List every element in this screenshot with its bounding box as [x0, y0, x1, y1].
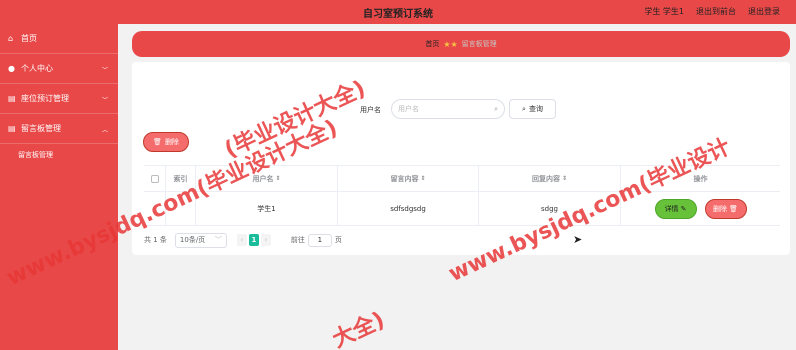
mouse-cursor-icon: ➤ — [573, 233, 583, 246]
column-header-reply[interactable]: 回复内容 ⇕ — [479, 166, 621, 191]
sidebar-item-label: 座位预订管理 — [21, 94, 69, 103]
sort-icon[interactable]: ⇕ — [562, 175, 567, 182]
sidebar: ⌂ 首页 ● 个人中心 ﹀ ▤ 座位预订管理 ﹀ ▤ 留言板管理 ︿ 留言板管理 — [0, 24, 118, 350]
sort-icon[interactable]: ⇕ — [420, 175, 425, 182]
top-bar: 自习室预订系统 学生 学生1 退出到前台 退出登录 — [0, 0, 796, 24]
row-index-cell — [166, 192, 196, 225]
sidebar-item-profile[interactable]: ● 个人中心 ﹀ — [0, 54, 118, 84]
column-header-message[interactable]: 留言内容 ⇕ — [338, 166, 479, 191]
row-message-cell: sdfsdgsdg — [338, 192, 479, 225]
main-content: 首页 ★★ 留言板管理 用户名 用户名 ⌕ ⌕ 查询 🗑 删除 索引 用户名 ⇕… — [118, 24, 796, 350]
chevron-up-icon: ︿ — [101, 127, 108, 134]
delete-button-label: 删除 — [164, 138, 179, 146]
list-icon: ▤ — [8, 124, 16, 133]
logout-link[interactable]: 退出登录 — [748, 6, 780, 17]
column-header-label: 回复内容 — [531, 174, 560, 183]
sidebar-item-message-board[interactable]: ▤ 留言板管理 ︿ — [0, 114, 118, 144]
row-username: 学生1 — [257, 204, 276, 213]
chevron-down-icon: ﹀ — [214, 236, 222, 244]
pagination: 共 1 条 10条/页 ﹀ ‹ 1 › 前往 1 页 — [144, 232, 342, 248]
query-button-label: 查询 — [528, 105, 543, 113]
sidebar-item-label: 首页 — [21, 34, 37, 43]
edit-icon: ✎ — [680, 204, 687, 213]
goto-suffix: 页 — [334, 236, 342, 244]
trash-icon: 🗑 — [153, 138, 162, 146]
row-username-cell: 学生1 — [196, 192, 338, 225]
total-count: 共 1 条 — [144, 236, 167, 244]
row-select-cell — [144, 192, 166, 225]
list-icon: ▤ — [8, 94, 16, 103]
sort-icon[interactable]: ⇕ — [275, 175, 280, 182]
select-all-checkbox[interactable] — [150, 174, 159, 183]
row-reply-cell: sdgg — [479, 192, 621, 225]
sidebar-item-label: 个人中心 — [21, 64, 53, 73]
query-button[interactable]: ⌕ 查询 — [509, 99, 556, 119]
batch-delete-button[interactable]: 🗑 删除 — [143, 132, 189, 152]
prev-page-button[interactable]: ‹ — [236, 234, 247, 246]
page-size-value: 10条/页 — [179, 236, 206, 244]
table-row: 学生1 sdfsdgsdg sdgg 详情 ✎ 删除 🗑 — [144, 192, 780, 226]
breadcrumb: 首页 ★★ 留言板管理 — [132, 31, 790, 57]
search-icon: ⌕ — [494, 104, 498, 113]
goto-page-input[interactable]: 1 — [307, 233, 332, 247]
table-header-row: 索引 用户名 ⇕ 留言内容 ⇕ 回复内容 ⇕ 操作 — [144, 166, 780, 192]
row-actions-cell: 详情 ✎ 删除 🗑 — [621, 192, 780, 225]
column-header-label: 索引 — [173, 174, 188, 183]
column-header-username[interactable]: 用户名 ⇕ — [196, 166, 338, 191]
row-message: sdfsdgsdg — [390, 204, 426, 213]
content-card: 用户名 用户名 ⌕ ⌕ 查询 🗑 删除 索引 用户名 ⇕ 留言内容 ⇕ 回复内容… — [132, 62, 790, 255]
search-icon: ⌕ — [522, 104, 526, 113]
user-icon: ● — [8, 64, 15, 73]
breadcrumb-current: 留言板管理 — [461, 40, 497, 48]
chevron-down-icon: ﹀ — [101, 97, 108, 104]
detail-button-label: 详情 — [664, 204, 679, 213]
goto-label: 前往 — [290, 236, 305, 244]
home-icon: ⌂ — [8, 34, 14, 43]
trash-icon: 🗑 — [729, 204, 738, 213]
column-header-label: 用户名 — [252, 174, 274, 183]
row-delete-button[interactable]: 删除 🗑 — [704, 198, 747, 219]
goto-page: 前往 1 页 — [290, 233, 342, 247]
breadcrumb-home[interactable]: 首页 — [425, 39, 439, 49]
sidebar-item-seat-booking[interactable]: ▤ 座位预订管理 ﹀ — [0, 84, 118, 114]
column-header-actions: 操作 — [621, 166, 780, 191]
detail-button[interactable]: 详情 ✎ — [654, 198, 697, 219]
row-delete-label: 删除 — [713, 204, 728, 213]
column-header-label: 操作 — [693, 174, 708, 183]
sidebar-item-label: 留言板管理 — [21, 124, 61, 133]
search-placeholder: 用户名 — [398, 105, 419, 113]
user-label: 学生 学生1 — [644, 7, 684, 16]
select-all-cell — [144, 166, 166, 191]
search-label: 用户名 — [360, 106, 381, 114]
next-page-button[interactable]: › — [260, 234, 271, 246]
row-reply: sdgg — [541, 204, 558, 213]
sidebar-subitem-label: 留言板管理 — [18, 151, 53, 159]
search-input[interactable]: 用户名 ⌕ — [391, 99, 505, 119]
page-number-button[interactable]: 1 — [248, 234, 259, 246]
column-header-label: 留言内容 — [390, 174, 419, 183]
back-to-front-link[interactable]: 退出到前台 — [696, 6, 736, 17]
column-header-index: 索引 — [166, 166, 196, 191]
sidebar-item-home[interactable]: ⌂ 首页 — [0, 24, 118, 54]
page-size-select[interactable]: 10条/页 ﹀ — [174, 232, 227, 248]
chevron-down-icon: ﹀ — [101, 67, 108, 74]
star-icon: ★★ — [443, 39, 458, 49]
message-table: 索引 用户名 ⇕ 留言内容 ⇕ 回复内容 ⇕ 操作 学生1 sdfsdgsdg … — [144, 165, 780, 226]
sidebar-subitem-message-board[interactable]: 留言板管理 — [0, 144, 118, 166]
